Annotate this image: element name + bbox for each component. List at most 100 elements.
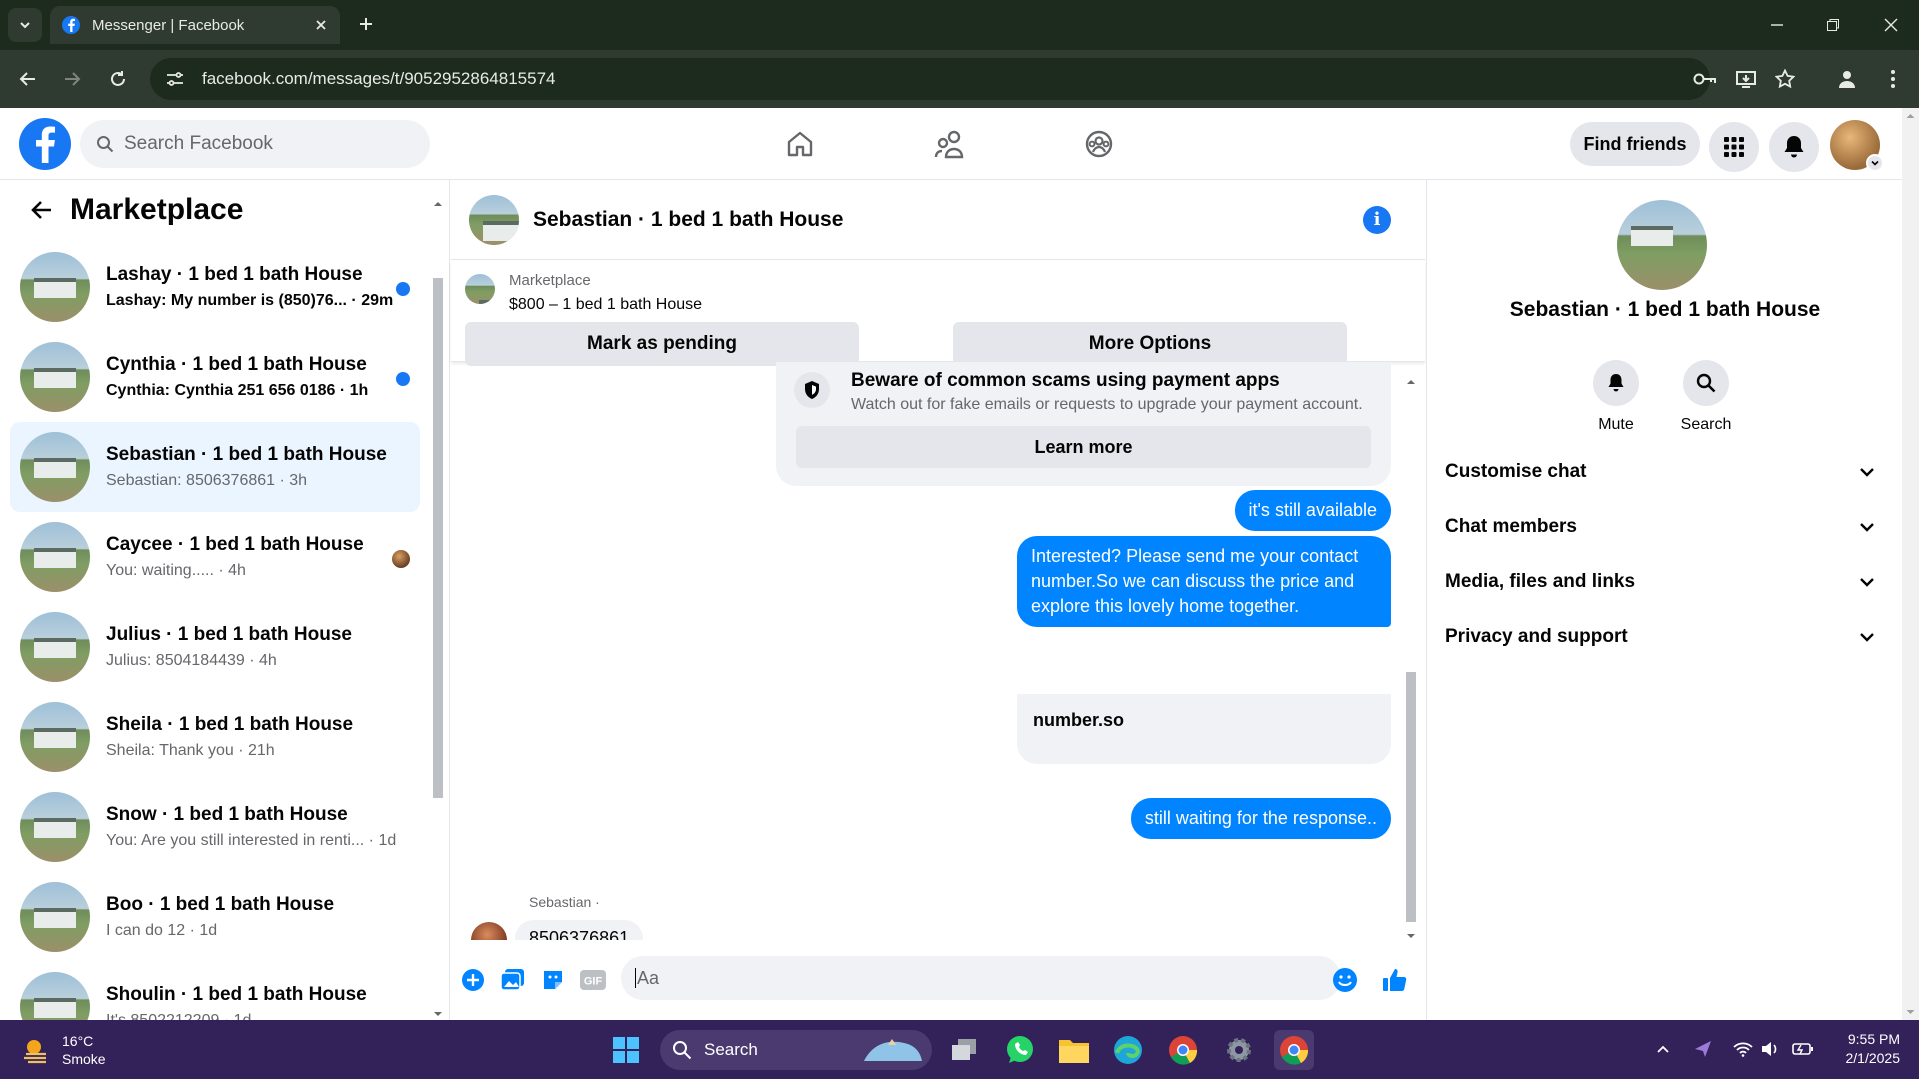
photo-icon[interactable]: [499, 966, 527, 994]
friends-nav-button[interactable]: [928, 124, 972, 164]
passwords-key-icon[interactable]: [1690, 64, 1720, 94]
temperature: 16°C: [62, 1033, 94, 1049]
conversation-item[interactable]: Shoulin · 1 bed 1 bath House It's 8502212…: [10, 962, 420, 1020]
details-avatar[interactable]: [1617, 200, 1707, 290]
taskbar-search[interactable]: Search: [660, 1030, 932, 1070]
chat-members-row[interactable]: Chat members: [1445, 505, 1875, 549]
mute-button[interactable]: Mute: [1581, 360, 1651, 434]
scroll-up-icon[interactable]: [1902, 110, 1919, 122]
whatsapp-app[interactable]: [1000, 1030, 1040, 1070]
profile-icon[interactable]: [1832, 64, 1862, 94]
minimize-button[interactable]: [1762, 10, 1792, 40]
conversation-item[interactable]: Caycee · 1 bed 1 bath House You: waiting.…: [10, 512, 420, 602]
search-conversation-button[interactable]: Search: [1671, 360, 1741, 434]
groups-nav-button[interactable]: [1077, 124, 1121, 164]
more-options-button[interactable]: More Options: [953, 322, 1347, 366]
copilot-tray-icon[interactable]: [1692, 1038, 1714, 1060]
conversation-snippet: You: Are you still interested in renti..…: [106, 832, 396, 849]
account-avatar[interactable]: [1830, 120, 1884, 172]
facebook-search-input[interactable]: Search Facebook: [80, 120, 430, 168]
chat-avatar[interactable]: [469, 194, 519, 245]
install-app-icon[interactable]: [1731, 64, 1761, 94]
edge-app[interactable]: [1108, 1030, 1148, 1070]
emoji-icon[interactable]: [1331, 966, 1359, 994]
wifi-icon[interactable]: [1732, 1038, 1754, 1060]
address-bar[interactable]: facebook.com/messages/t/9052952864815574: [150, 58, 1710, 100]
back-button[interactable]: [24, 192, 60, 228]
find-friends-button[interactable]: Find friends: [1570, 122, 1700, 166]
battery-icon[interactable]: [1792, 1038, 1814, 1060]
outgoing-message[interactable]: it's still available: [1234, 490, 1391, 531]
message-list: Beware of common scams using payment app…: [451, 362, 1425, 940]
windows-logo-icon: [613, 1037, 639, 1063]
chat-title[interactable]: Sebastian · 1 bed 1 bath House: [533, 208, 1363, 232]
privacy-support-row[interactable]: Privacy and support: [1445, 615, 1875, 659]
volume-icon[interactable]: [1760, 1038, 1782, 1060]
restore-button[interactable]: [1818, 10, 1848, 40]
page-scrollbar[interactable]: [1902, 108, 1919, 1020]
home-nav-button[interactable]: [778, 124, 822, 164]
incoming-message[interactable]: 8506376861: [515, 920, 644, 940]
conversation-item[interactable]: Cynthia · 1 bed 1 bath House Cynthia: Cyn…: [10, 332, 420, 422]
sidebar-scrollbar[interactable]: [430, 198, 446, 1016]
sender-avatar[interactable]: [471, 922, 507, 940]
browser-menu-icon[interactable]: [1878, 64, 1908, 94]
conversation-item[interactable]: Snow · 1 bed 1 bath House You: Are you st…: [10, 782, 420, 872]
scrollbar-thumb[interactable]: [433, 278, 443, 798]
facebook-logo[interactable]: [19, 118, 71, 170]
scroll-up-icon[interactable]: [430, 198, 446, 210]
conversation-item[interactable]: Sheila · 1 bed 1 bath House Sheila: Thank…: [10, 692, 420, 782]
conversation-name: Lashay · 1 bed 1 bath House: [106, 264, 363, 285]
media-files-links-row[interactable]: Media, files and links: [1445, 560, 1875, 604]
thumbs-up-icon[interactable]: [1381, 966, 1409, 994]
conversation-item[interactable]: Sebastian · 1 bed 1 bath House Sebastian:…: [10, 422, 420, 512]
browser-tab[interactable]: Messenger | Facebook: [50, 6, 340, 44]
chrome-active-app[interactable]: [1274, 1030, 1314, 1070]
gif-icon[interactable]: GIF: [579, 966, 607, 994]
conversation-list: Lashay · 1 bed 1 bath House Lashay: My nu…: [10, 242, 420, 1020]
chat-scrollbar[interactable]: [1403, 380, 1419, 942]
notifications-button[interactable]: [1769, 122, 1819, 172]
link-preview[interactable]: number.so: [1017, 694, 1391, 764]
show-hidden-icons[interactable]: [1652, 1038, 1674, 1060]
weather-widget[interactable]: 16°C Smoke: [22, 1032, 106, 1068]
menu-button[interactable]: [1709, 122, 1759, 172]
close-window-button[interactable]: [1876, 10, 1906, 40]
clock-time: 9:55 PM: [1847, 1031, 1900, 1047]
message-input[interactable]: Aa: [621, 956, 1341, 1000]
back-button[interactable]: [12, 63, 44, 95]
forward-button[interactable]: [56, 63, 88, 95]
plus-circle-icon[interactable]: [459, 966, 487, 994]
scroll-down-icon[interactable]: [1902, 1006, 1919, 1018]
scam-warning-text: Watch out for fake emails or requests to…: [851, 396, 1363, 413]
site-info-icon[interactable]: [164, 71, 186, 87]
bookmark-star-icon[interactable]: [1770, 64, 1800, 94]
reload-button[interactable]: [102, 63, 134, 95]
mark-as-pending-button[interactable]: Mark as pending: [465, 322, 859, 366]
chrome-app[interactable]: [1163, 1030, 1203, 1070]
settings-app[interactable]: [1219, 1030, 1259, 1070]
learn-more-button[interactable]: Learn more: [796, 426, 1371, 468]
outgoing-message[interactable]: Interested? Please send me your contact …: [1017, 536, 1391, 627]
start-button[interactable]: [606, 1030, 646, 1070]
outgoing-message[interactable]: still waiting for the response..: [1130, 798, 1391, 839]
new-tab-button[interactable]: [354, 12, 378, 36]
scrollbar-thumb[interactable]: [1406, 672, 1416, 922]
customise-chat-row[interactable]: Customise chat: [1445, 450, 1875, 494]
tab-search-button[interactable]: [8, 8, 42, 42]
listing-thumbnail[interactable]: [465, 274, 495, 304]
conversation-item[interactable]: Lashay · 1 bed 1 bath House Lashay: My nu…: [10, 242, 420, 332]
scroll-down-icon[interactable]: [430, 1008, 446, 1020]
conversation-item[interactable]: Julius · 1 bed 1 bath House Julius: 85041…: [10, 602, 420, 692]
task-view-button[interactable]: [944, 1030, 984, 1070]
close-tab-icon[interactable]: [314, 18, 328, 32]
sticker-icon[interactable]: [539, 966, 567, 994]
scroll-up-icon[interactable]: [1403, 376, 1419, 388]
facebook-f-icon: [36, 126, 55, 163]
scroll-down-icon[interactable]: [1403, 930, 1419, 942]
conversation-item[interactable]: Boo · 1 bed 1 bath House I can do 12 · 1d: [10, 872, 420, 962]
file-explorer-app[interactable]: [1054, 1030, 1094, 1070]
listing-title[interactable]: $800 – 1 bed 1 bath House: [509, 296, 702, 314]
info-icon[interactable]: i: [1363, 205, 1391, 234]
system-clock[interactable]: 9:55 PM 2/1/2025: [1830, 1030, 1901, 1068]
